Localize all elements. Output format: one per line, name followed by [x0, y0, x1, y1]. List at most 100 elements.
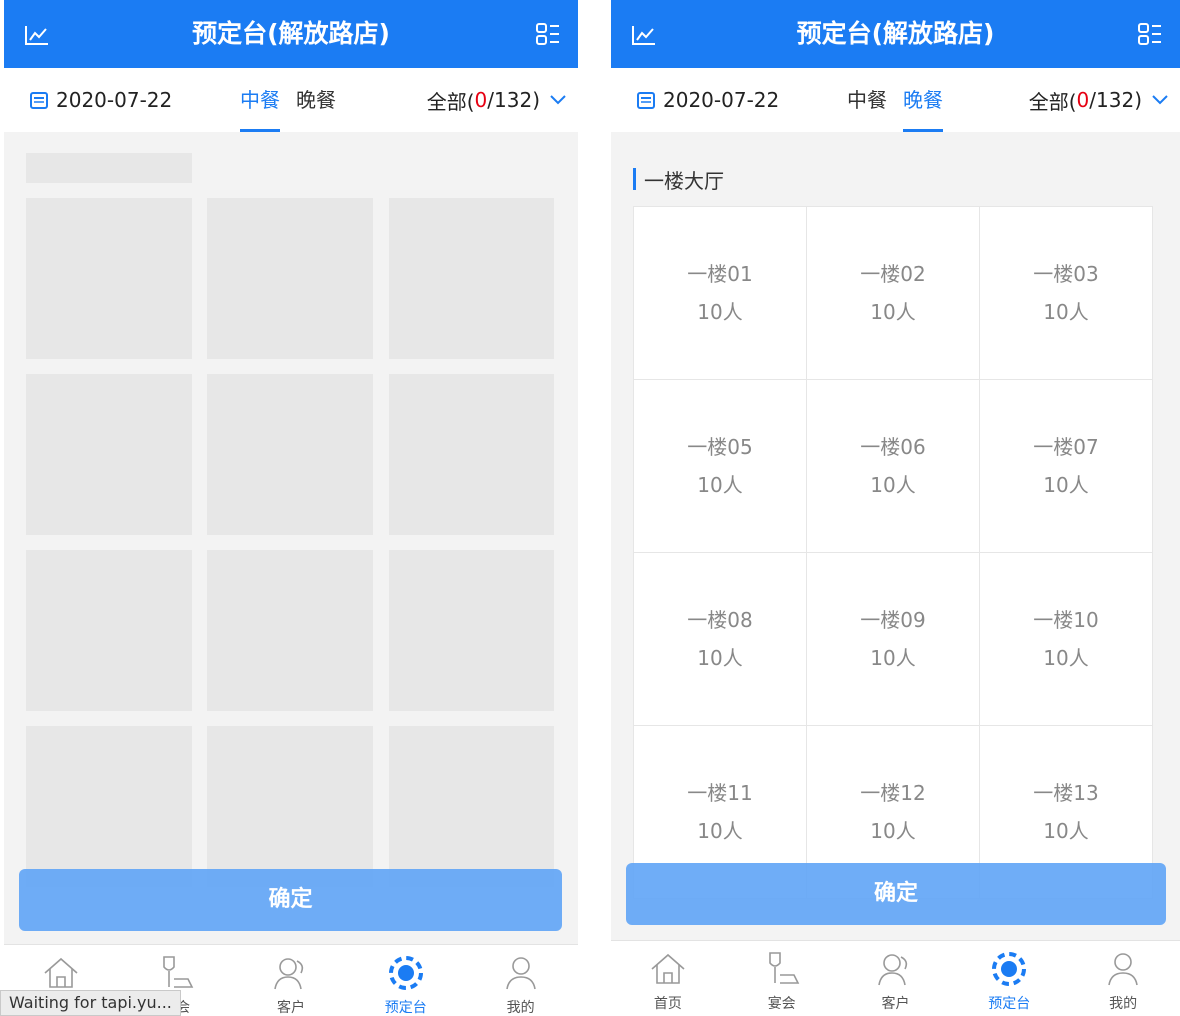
- table-name: 一楼05: [687, 435, 753, 459]
- page-title: 预定台(解放路店): [192, 19, 390, 48]
- table-name: 一楼03: [1033, 262, 1099, 286]
- reservation-icon: [992, 952, 1027, 986]
- chevron-down-icon: [1152, 95, 1168, 105]
- toolbar: 2020-07-22 中餐 晚餐 全部(0/132): [4, 68, 578, 132]
- tab-lunch[interactable]: 中餐: [240, 68, 280, 132]
- table-cell[interactable]: 一楼03 10人: [979, 206, 1153, 380]
- nav-customers[interactable]: 客户: [234, 945, 349, 1016]
- calendar-icon: [637, 92, 655, 109]
- table-capacity: 10人: [1043, 819, 1089, 843]
- nav-label: 我的: [1109, 996, 1138, 1012]
- skeleton-cell: [207, 550, 373, 711]
- wine-glass-icon: [163, 956, 194, 988]
- filter-prefix: 全部(: [1028, 89, 1077, 114]
- nav-label: 我的: [506, 1000, 535, 1016]
- right-screen: 预定台(解放路店) 2020-07-22 中餐 晚餐 全部(0/132) 一楼…: [611, 0, 1180, 1016]
- browser-status-bar: Waiting for tapi.yu...: [0, 990, 181, 1016]
- nav-reservation[interactable]: 预定台: [348, 945, 463, 1016]
- nav-mine[interactable]: 我的: [463, 945, 578, 1016]
- filter-suffix: /132): [1089, 88, 1142, 112]
- nav-home[interactable]: 首页: [611, 941, 725, 1016]
- skeleton-cell: [26, 726, 192, 887]
- table-name: 一楼13: [1033, 781, 1099, 805]
- nav-mine[interactable]: 我的: [1066, 941, 1180, 1016]
- calendar-icon: [30, 92, 48, 109]
- table-capacity: 10人: [870, 646, 916, 670]
- skeleton-cell: [207, 374, 373, 535]
- table-cell[interactable]: 一楼05 10人: [633, 379, 807, 553]
- section-title: 一楼大厅: [633, 164, 724, 194]
- table-cell[interactable]: 一楼09 10人: [806, 552, 980, 726]
- area-filter[interactable]: 全部(0/132): [1029, 68, 1168, 132]
- filter-suffix: /132): [487, 88, 540, 112]
- skeleton-cell: [389, 198, 554, 359]
- nav-label: 预定台: [384, 1000, 427, 1016]
- nav-reservation[interactable]: 预定台: [952, 941, 1066, 1016]
- date-picker[interactable]: 2020-07-22: [30, 68, 172, 132]
- nav-label: 首页: [653, 996, 682, 1012]
- area-filter[interactable]: 全部(0/132): [427, 68, 566, 132]
- section-title-text: 一楼大厅: [644, 168, 724, 193]
- table-cell[interactable]: 一楼07 10人: [979, 379, 1153, 553]
- tab-dinner[interactable]: 晚餐: [903, 68, 943, 132]
- user-icon: [505, 957, 536, 990]
- table-name: 一楼12: [860, 781, 926, 805]
- table-name: 一楼10: [1033, 608, 1099, 632]
- skeleton-cell: [26, 550, 192, 711]
- left-screen: 预定台(解放路店) 2020-07-22 中餐 晚餐 全部(0/132) 确定…: [4, 0, 578, 1016]
- home-icon: [44, 957, 78, 988]
- user-icon: [1108, 953, 1138, 986]
- table-cell[interactable]: 一楼06 10人: [806, 379, 980, 553]
- meal-tabs: 中餐 晚餐: [240, 68, 352, 132]
- table-capacity: 10人: [870, 819, 916, 843]
- tab-dinner[interactable]: 晚餐: [296, 68, 336, 132]
- meal-tabs: 中餐 晚餐: [847, 68, 959, 132]
- table-capacity: 10人: [1043, 646, 1089, 670]
- home-icon: [651, 953, 685, 984]
- date-text: 2020-07-22: [56, 88, 173, 112]
- nav-label: 预定台: [988, 996, 1031, 1012]
- table-cell[interactable]: 一楼02 10人: [806, 206, 980, 380]
- table-name: 一楼09: [860, 608, 926, 632]
- toolbar: 2020-07-22 中餐 晚餐 全部(0/132): [611, 68, 1180, 132]
- nav-customers[interactable]: 客户: [839, 941, 953, 1016]
- nav-label: 客户: [881, 996, 910, 1012]
- wine-glass-icon: [768, 952, 799, 984]
- table-name: 一楼08: [687, 608, 753, 632]
- filter-count: 0: [474, 88, 488, 112]
- filter-prefix: 全部(: [426, 89, 475, 114]
- nav-banquet[interactable]: 宴会: [725, 941, 839, 1016]
- confirm-button[interactable]: 确定: [626, 863, 1166, 925]
- table-name: 一楼11: [687, 781, 753, 805]
- table-cell[interactable]: 一楼01 10人: [633, 206, 807, 380]
- menu-icon[interactable]: [1138, 22, 1162, 46]
- table-capacity: 10人: [697, 819, 743, 843]
- skeleton-title: [26, 153, 192, 183]
- customers-icon: [274, 958, 304, 990]
- table-capacity: 10人: [697, 646, 743, 670]
- confirm-button[interactable]: 确定: [19, 869, 562, 931]
- filter-count: 0: [1076, 88, 1090, 112]
- app-header: 预定台(解放路店): [4, 0, 578, 68]
- table-capacity: 10人: [1043, 300, 1089, 324]
- skeleton-cell: [207, 726, 373, 887]
- table-capacity: 10人: [697, 300, 743, 324]
- table-name: 一楼01: [687, 262, 753, 286]
- skeleton-cell: [389, 550, 554, 711]
- table-name: 一楼06: [860, 435, 926, 459]
- customers-icon: [878, 954, 908, 986]
- skeleton-cell: [26, 374, 192, 535]
- skeleton-cell: [26, 198, 192, 359]
- skeleton-cell: [389, 374, 554, 535]
- page-title: 预定台(解放路店): [796, 19, 995, 48]
- chevron-down-icon: [550, 95, 566, 105]
- app-header: 预定台(解放路店): [611, 0, 1180, 68]
- nav-label: 客户: [276, 1000, 305, 1016]
- table-cell[interactable]: 一楼08 10人: [633, 552, 807, 726]
- section-title-bar: [633, 168, 636, 190]
- skeleton-cell: [389, 726, 554, 887]
- menu-icon[interactable]: [536, 22, 560, 46]
- table-cell[interactable]: 一楼10 10人: [979, 552, 1153, 726]
- date-picker[interactable]: 2020-07-22: [637, 68, 779, 132]
- tab-lunch[interactable]: 中餐: [847, 68, 887, 132]
